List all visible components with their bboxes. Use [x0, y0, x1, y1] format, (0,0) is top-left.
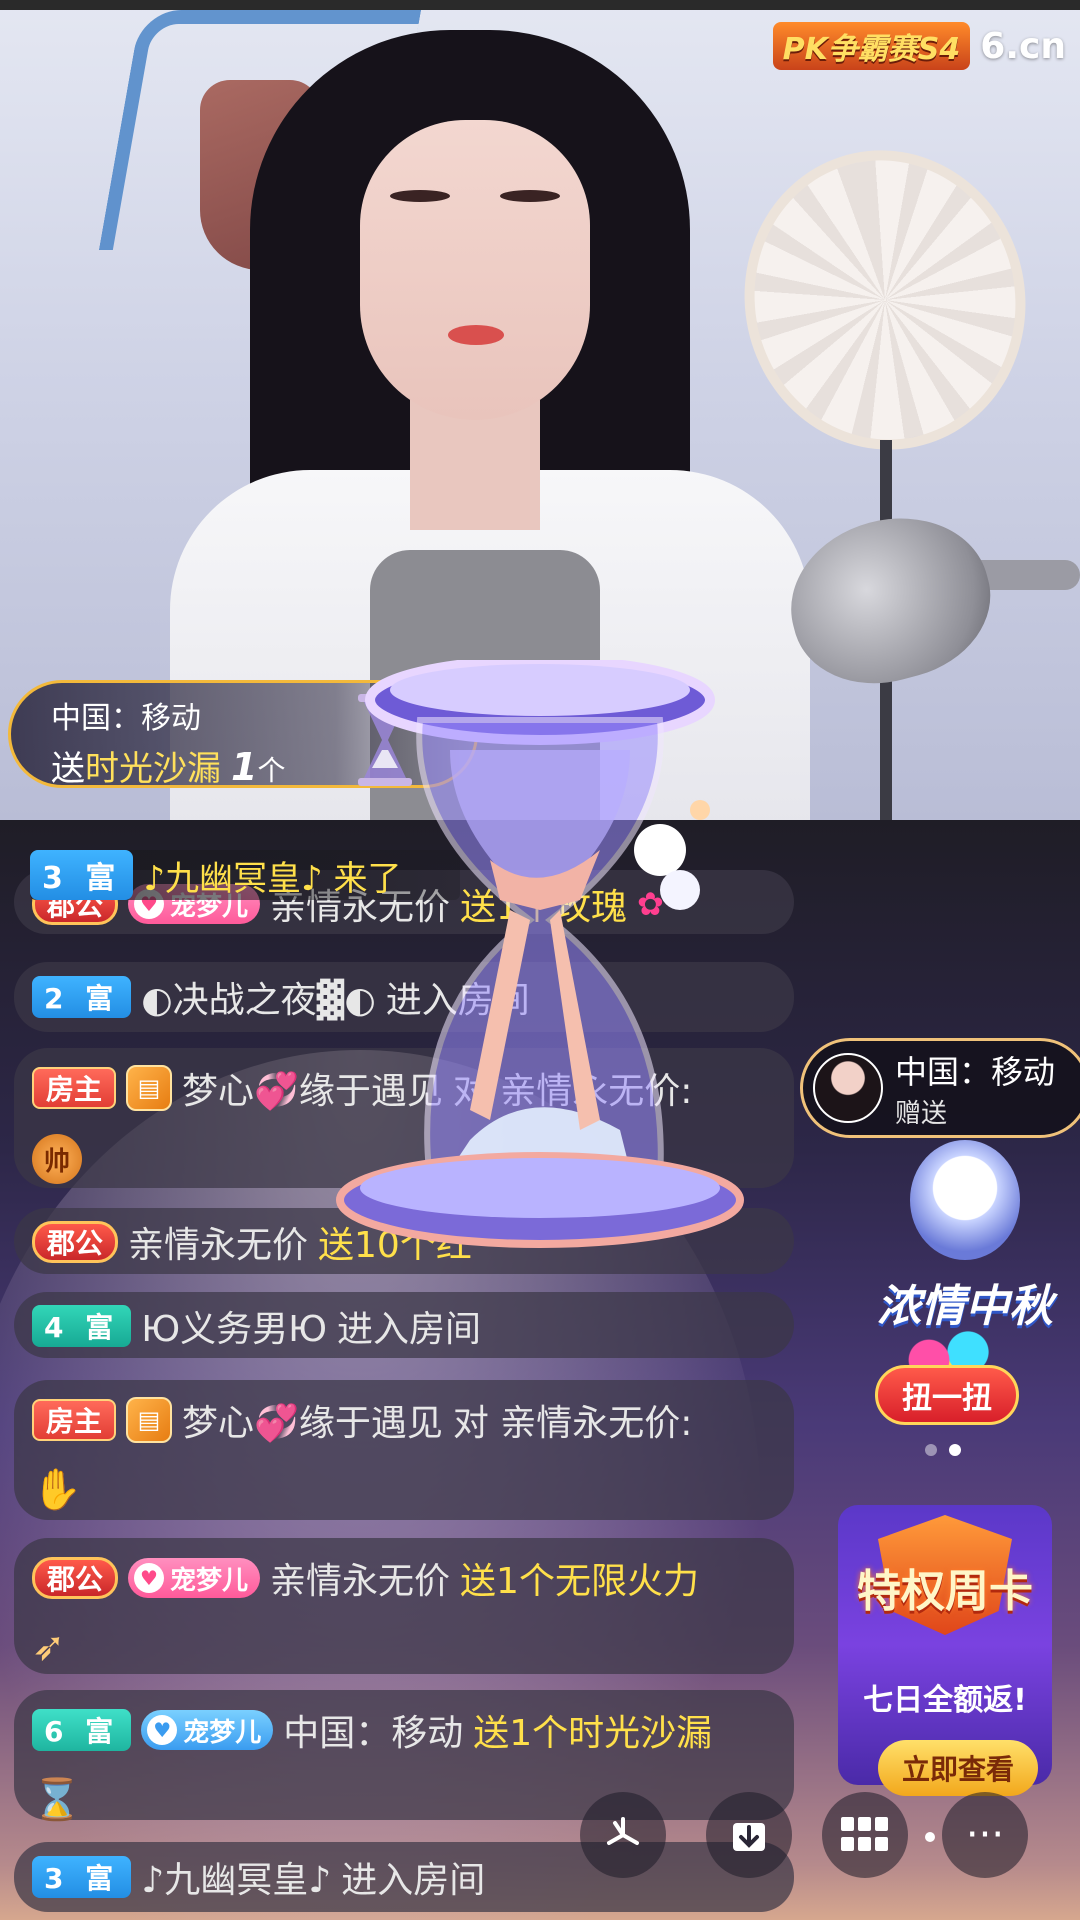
- gold-bar-icon: ▤: [126, 1397, 173, 1443]
- chat-message[interactable]: 6 富 ♥ 宠梦儿 中国：移动 送1个时光沙漏 ⌛: [14, 1690, 794, 1823]
- gift-banner-count: 1: [231, 745, 258, 789]
- chat-message[interactable]: 郡公 亲情永无价 送10个红: [14, 1208, 794, 1274]
- heart-icon: ♥: [134, 1563, 165, 1593]
- bunny-icon: [910, 1140, 1020, 1260]
- chat-message[interactable]: 房主 ▤ 梦心💞缘于遇见 对 亲情永无价: ✋: [14, 1380, 794, 1520]
- host-badge: 房主: [32, 1399, 117, 1441]
- gold-bar-icon: ▤: [126, 1065, 173, 1111]
- grid-icon: [841, 1817, 888, 1851]
- chat-system-text: 进入房间: [385, 980, 530, 1021]
- rank-badge: 2 富: [32, 976, 132, 1018]
- heart-icon: ♥: [147, 1715, 178, 1745]
- hand-icon: ✋: [32, 1467, 82, 1513]
- carousel-dot[interactable]: [925, 1444, 937, 1456]
- view-now-button[interactable]: 立即查看: [878, 1740, 1038, 1796]
- chat-username: 亲情永无价: [270, 1561, 451, 1602]
- chat-username: 亲情永无价: [128, 1225, 309, 1266]
- duke-badge: 郡公: [32, 1221, 119, 1263]
- rose-icon: ✿: [636, 885, 664, 923]
- chat-gift-text: 送1个无限火力: [460, 1561, 699, 1602]
- rank-badge: 3 富: [32, 1856, 132, 1898]
- chat-message[interactable]: 2 富 ◐决战之夜▓◐ 进入房间: [14, 962, 794, 1032]
- download-button[interactable]: [706, 1792, 792, 1878]
- gift-banner-gift: 时光沙漏: [85, 749, 221, 789]
- live-video[interactable]: PK争霸赛S4 6.cn 中国：移动 送时光沙漏 1个: [0, 0, 1080, 820]
- event-logo: PK争霸赛S4: [772, 22, 971, 70]
- chat-system-text: 进入房间: [341, 1860, 486, 1901]
- duke-badge: 郡公: [32, 1557, 119, 1599]
- pet-badge: ♥ 宠梦儿: [128, 1558, 261, 1598]
- promo-card-subtitle: 七日全额返!: [863, 1683, 1027, 1718]
- chat-message[interactable]: 房主 ▤ 梦心💞缘于遇见 对 亲情永无价: 帅: [14, 1048, 794, 1188]
- more-icon: ···: [965, 1812, 1005, 1858]
- site-logo: 6.cn: [980, 25, 1066, 67]
- chat-username: 中国：移动: [283, 1713, 464, 1754]
- share-icon: [607, 1817, 639, 1845]
- spin-button[interactable]: 扭一扭: [875, 1365, 1019, 1425]
- fire-wing-icon: ➶: [32, 1624, 66, 1670]
- general-piece-icon: 帅: [32, 1134, 82, 1184]
- promo-card-title: 特权周卡: [857, 1566, 1033, 1617]
- chat-username: Ю义务男Ю: [141, 1309, 327, 1350]
- carousel-dot-active[interactable]: [949, 1444, 961, 1456]
- brand-logo: PK争霸赛S4 6.cn: [772, 22, 1066, 70]
- chat-system-text: 进入房间: [336, 1309, 481, 1350]
- pet-badge: ♥ 宠梦儿: [141, 1710, 274, 1750]
- gift-toast[interactable]: 中国：移动 赠送: [800, 1038, 1080, 1138]
- chat-gift-text: 送1个玫瑰: [460, 887, 627, 928]
- chat-username: 梦心💞缘于遇见: [182, 1071, 443, 1112]
- chat-username: ♪九幽冥皇♪: [141, 1860, 332, 1901]
- chat-message[interactable]: 3 富 ♪九幽冥皇♪ 进入房间: [14, 1842, 794, 1912]
- carousel-dots[interactable]: [925, 1444, 961, 1456]
- chat-message[interactable]: 4 富 Ю义务男Ю 进入房间: [14, 1292, 794, 1358]
- chat-message[interactable]: 郡公 ♥ 宠梦儿 亲情永无价 送1个无限火力 ➶: [14, 1538, 794, 1674]
- share-button[interactable]: [580, 1792, 666, 1878]
- chat-gift-text: 送1个时光沙漏: [473, 1713, 713, 1754]
- chat-gift-text: 送10个红: [318, 1225, 472, 1266]
- joined-text: ♪九幽冥皇♪ 来了: [143, 858, 402, 899]
- host-badge: 房主: [32, 1067, 117, 1109]
- gift-banner-unit: 个: [257, 754, 286, 787]
- status-strip: [0, 0, 1080, 10]
- grid-button[interactable]: [822, 1792, 908, 1878]
- hourglass-icon: ⌛: [32, 1777, 82, 1823]
- gift-banner-verb: 送: [51, 749, 85, 789]
- notification-dot: [925, 1832, 935, 1842]
- avatar: [813, 1053, 883, 1123]
- more-button[interactable]: ···: [942, 1792, 1028, 1878]
- rank-badge: 4 富: [32, 1305, 132, 1347]
- joined-notice: 3 富 ♪九幽冥皇♪ 来了: [30, 850, 460, 900]
- chat-username: 梦心💞缘于遇见: [182, 1403, 443, 1444]
- chat-text: 对 亲情永无价:: [452, 1403, 693, 1444]
- download-icon: [733, 1823, 765, 1851]
- hourglass-icon: [358, 694, 412, 786]
- rank-badge: 3 富: [30, 850, 134, 900]
- rank-badge: 6 富: [32, 1709, 132, 1751]
- chat-username: ◐决战之夜▓◐: [141, 980, 376, 1021]
- gift-toast-sender: 中国：移动: [895, 1052, 1056, 1091]
- chat-text: 对 亲情永无价:: [452, 1071, 693, 1112]
- gift-toast-action: 赠送: [895, 1098, 948, 1129]
